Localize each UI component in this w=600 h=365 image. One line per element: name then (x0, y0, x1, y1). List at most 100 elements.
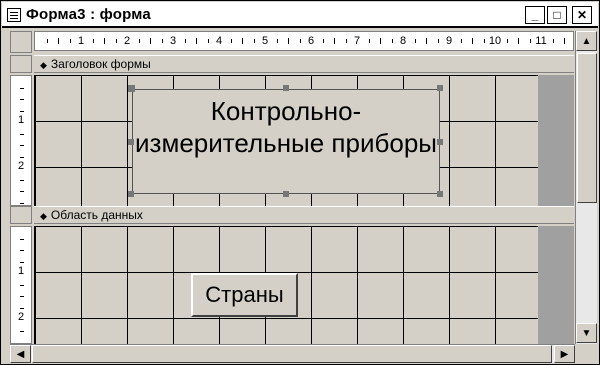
ruler-tick (472, 38, 473, 44)
ruler-tick (20, 250, 24, 251)
ruler-number: 10 (488, 35, 502, 47)
ruler-tick (334, 38, 335, 44)
ruler-tick (58, 38, 59, 44)
ruler-tick (230, 39, 232, 43)
resize-handle[interactable] (283, 85, 289, 91)
ruler-number: 2 (123, 35, 131, 47)
ruler-tick (20, 202, 24, 204)
window-controls: _ □ ✕ (525, 6, 592, 24)
size-grip[interactable] (576, 344, 597, 363)
section-arrow-icon: ◆ (40, 60, 47, 70)
ruler-tick (426, 38, 427, 44)
vertical-ruler-header[interactable]: 12 (10, 75, 32, 206)
vertical-scroll-thumb[interactable] (577, 53, 597, 203)
ruler-tick (20, 145, 24, 146)
down-arrow-icon[interactable]: ▼ (576, 323, 597, 343)
header-outside-area (538, 75, 574, 206)
ruler-tick (552, 39, 554, 43)
resize-handle[interactable] (128, 139, 134, 145)
resize-handle[interactable] (437, 191, 443, 197)
ruler-tick (161, 39, 163, 43)
window-title: Форма3 : форма (26, 6, 151, 23)
ruler-tick (46, 39, 48, 43)
ruler-tick (368, 39, 370, 43)
ruler-number: 5 (261, 35, 269, 47)
resize-handle[interactable] (437, 139, 443, 145)
header-section-bar[interactable]: ◆ Заголовок формы (34, 55, 574, 73)
ruler-number: 6 (307, 35, 315, 47)
ruler-tick (196, 38, 197, 44)
resize-handle[interactable] (128, 85, 135, 92)
form-design-window: Форма3 : форма _ □ ✕ 1 2 3 4 5 6 7 8 9 10 11 ◆ Заго… (0, 0, 600, 365)
ruler-tick (207, 39, 209, 43)
ruler-tick (242, 38, 243, 44)
horizontal-scroll-thumb[interactable] (32, 345, 552, 363)
form-window-icon[interactable] (7, 8, 21, 22)
ruler-tick (20, 179, 24, 181)
ruler-number: 4 (215, 35, 223, 47)
ruler-tick (104, 38, 105, 44)
ruler-number: 1 (18, 114, 25, 126)
section-arrow-icon: ◆ (40, 211, 47, 221)
horizontal-scrollbar[interactable]: ◀ ▶ (10, 344, 575, 363)
ruler-tick (253, 39, 255, 43)
ruler-number: 9 (445, 35, 453, 47)
resize-handle[interactable] (437, 85, 443, 91)
ruler-tick (20, 284, 24, 286)
resize-handle[interactable] (128, 191, 134, 197)
ruler-tick (20, 191, 24, 192)
ruler-tick (322, 39, 324, 43)
ruler-number: 7 (353, 35, 361, 47)
detail-section-label: Область данных (50, 208, 143, 222)
ruler-tick (483, 39, 485, 43)
header-section-selector[interactable] (10, 55, 32, 73)
ruler-tick (460, 39, 462, 43)
ruler-tick (414, 39, 416, 43)
up-arrow-icon[interactable]: ▲ (576, 31, 597, 51)
ruler-tick (20, 261, 24, 263)
ruler-tick (529, 39, 531, 43)
ruler-tick (69, 39, 71, 43)
ruler-tick (20, 296, 24, 297)
header-title-label[interactable]: Контрольно-измерительные приборы (132, 89, 440, 194)
resize-handle[interactable] (283, 191, 289, 197)
ruler-tick (518, 38, 519, 44)
ruler-tick (20, 238, 24, 240)
left-arrow-icon[interactable]: ◀ (10, 345, 31, 363)
ruler-tick (20, 307, 24, 309)
ruler-number: 1 (18, 265, 25, 277)
ruler-tick (20, 133, 24, 135)
close-button[interactable]: ✕ (572, 6, 592, 24)
ruler-tick (20, 110, 24, 112)
ruler-tick (288, 38, 289, 44)
ruler-number: 2 (18, 160, 25, 172)
ruler-tick (564, 38, 565, 44)
ruler-tick (184, 39, 186, 43)
horizontal-ruler[interactable]: 1 2 3 4 5 6 7 8 9 10 11 (34, 31, 574, 51)
header-section-label: Заголовок формы (50, 57, 151, 71)
ruler-tick (115, 39, 117, 43)
ruler-number: 2 (18, 311, 25, 323)
detail-section-selector[interactable] (10, 206, 32, 224)
ruler-tick (20, 156, 24, 158)
vertical-scrollbar[interactable]: ▲ ▼ (575, 31, 597, 344)
ruler-tick (20, 330, 24, 332)
ruler-tick (276, 39, 278, 43)
ruler-tick (150, 38, 151, 44)
minimize-button[interactable]: _ (525, 6, 545, 24)
form-selector-corner[interactable] (10, 31, 32, 53)
detail-section-bar[interactable]: ◆ Область данных (34, 206, 574, 224)
vertical-ruler-detail[interactable]: 12 (10, 226, 32, 344)
ruler-number: 11 (535, 35, 547, 47)
right-arrow-icon[interactable]: ▶ (554, 345, 575, 363)
ruler-tick (299, 39, 301, 43)
ruler-tick (345, 39, 347, 43)
countries-button[interactable]: Страны (191, 273, 298, 317)
ruler-tick (380, 38, 381, 44)
ruler-tick (437, 39, 439, 43)
title-bar[interactable]: Форма3 : форма _ □ ✕ (2, 2, 598, 28)
ruler-number: 1 (77, 35, 85, 47)
maximize-button[interactable]: □ (547, 6, 567, 24)
ruler-tick (20, 87, 24, 89)
ruler-tick (138, 39, 140, 43)
